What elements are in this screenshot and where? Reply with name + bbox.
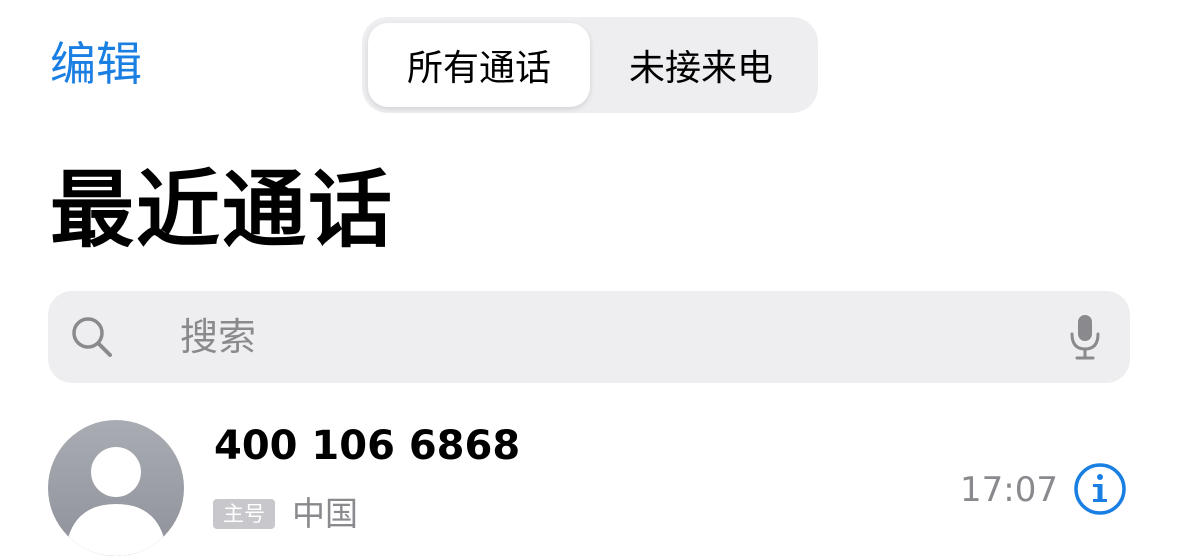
segment-missed-calls[interactable]: 未接来电 bbox=[590, 23, 812, 107]
info-icon[interactable] bbox=[1072, 461, 1128, 517]
page-title: 最近通话 bbox=[50, 161, 395, 259]
caller-location: 中国 bbox=[292, 494, 358, 533]
edit-button[interactable]: 编辑 bbox=[50, 32, 142, 96]
caller-number: 400 106 6868 bbox=[214, 423, 521, 469]
segment-all-calls[interactable]: 所有通话 bbox=[368, 23, 590, 107]
line-badge: 主号 bbox=[213, 499, 275, 529]
search-bar[interactable] bbox=[48, 291, 1130, 383]
call-time: 17:07 bbox=[960, 470, 1058, 510]
search-input[interactable] bbox=[180, 291, 1060, 383]
person-silhouette-icon bbox=[68, 447, 164, 556]
search-icon bbox=[72, 317, 112, 357]
avatar bbox=[48, 420, 184, 556]
call-filter-segmented-control: 所有通话 未接来电 bbox=[362, 17, 818, 113]
call-list-item[interactable]: 400 106 6868 主号 中国 17:07 bbox=[0, 410, 1179, 557]
microphone-icon[interactable] bbox=[1068, 314, 1102, 360]
